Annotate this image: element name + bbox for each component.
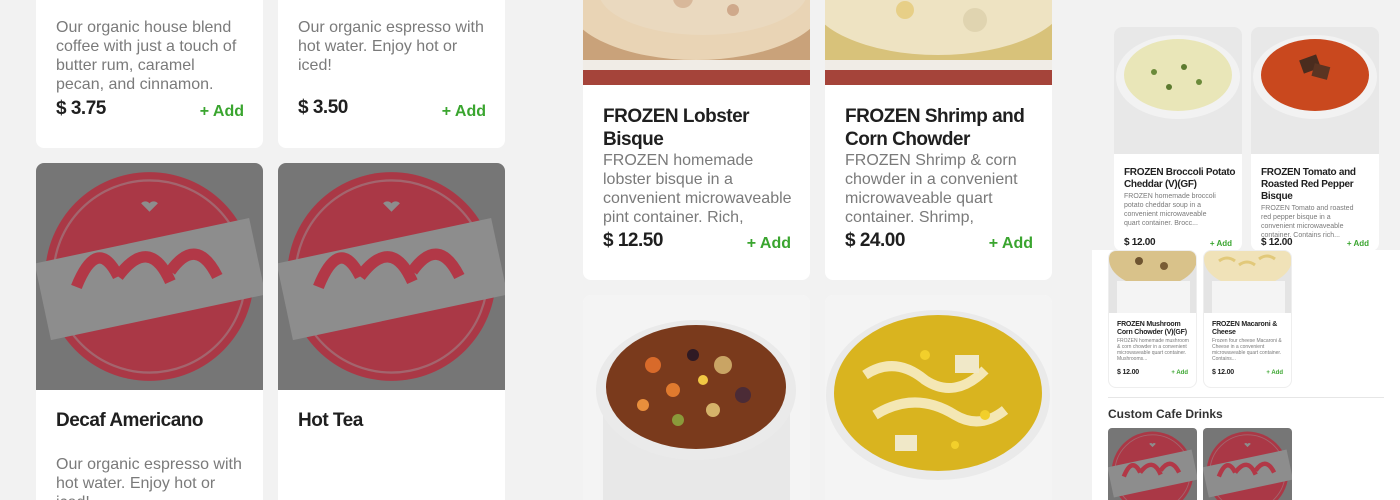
item-price: $ 12.00 xyxy=(1117,369,1139,376)
item-price: $ 12.50 xyxy=(603,230,663,251)
add-button[interactable]: + Add xyxy=(442,103,486,121)
add-button[interactable]: + Add xyxy=(747,235,791,253)
item-title: FROZEN Shrimp and Corn Chowder xyxy=(845,106,1025,150)
panel-bottom-zone: FROZEN Mushroom Corn Chowder (V)(GF) FRO… xyxy=(1092,250,1400,500)
menu-panel-middle: FROZEN Lobster Bisque FROZEN homemade lo… xyxy=(547,0,1090,500)
menu-item-card[interactable]: FROZEN Shrimp and Corn Chowder FROZEN Sh… xyxy=(825,0,1052,280)
item-price: $ 24.00 xyxy=(845,230,905,251)
chicken-noodle-soup-photo xyxy=(825,295,1052,500)
item-description: FROZEN Tomato and roasted red pepper bis… xyxy=(1261,205,1354,237)
item-image xyxy=(1109,251,1196,313)
item-image xyxy=(278,163,505,390)
item-title: Decaf Americano xyxy=(56,410,204,431)
andy-peppers-logo xyxy=(278,163,505,390)
logo-graphic xyxy=(36,172,263,381)
menu-item-card[interactable]: FROZEN Macaroni & Cheese Frozen four che… xyxy=(1203,250,1292,388)
item-image xyxy=(1204,251,1291,313)
item-description: FROZEN Shrimp & corn chowder in a conven… xyxy=(845,152,1018,226)
add-button[interactable]: + Add xyxy=(200,103,244,121)
item-title: FROZEN Lobster Bisque xyxy=(603,106,750,150)
menu-panel-left: Our organic house blend coffee with just… xyxy=(0,0,541,500)
logo-graphic xyxy=(1108,431,1197,500)
item-image xyxy=(36,163,263,390)
item-price: $ 12.00 xyxy=(1261,237,1293,248)
menu-item-card[interactable] xyxy=(1203,428,1292,500)
item-image xyxy=(825,295,1052,500)
section-heading: Custom Cafe Drinks xyxy=(1108,407,1223,421)
item-title: Hot Tea xyxy=(298,410,363,431)
item-title: FROZEN Mushroom Corn Chowder (V)(GF) xyxy=(1117,321,1187,336)
panel-top-zone: FROZEN Broccoli Potato Cheddar (V)(GF) F… xyxy=(1092,0,1400,251)
section-divider xyxy=(1108,397,1384,398)
item-description: Our organic house blend coffee with just… xyxy=(56,19,237,96)
item-price: $ 12.00 xyxy=(1212,369,1234,376)
broccoli-cheddar-soup-photo xyxy=(1114,27,1242,154)
logo-graphic xyxy=(278,172,505,381)
menu-item-card[interactable]: Our organic espresso with hot water. Enj… xyxy=(278,0,505,148)
menu-item-card[interactable]: FROZEN Broccoli Potato Cheddar (V)(GF) F… xyxy=(1114,27,1242,251)
item-description: FROZEN homemade broccoli potato cheddar … xyxy=(1124,193,1216,227)
tomato-bisque-photo xyxy=(1251,27,1379,154)
mushroom-corn-chowder-photo xyxy=(1109,251,1196,313)
item-image xyxy=(825,0,1052,85)
vegetable-soup-photo xyxy=(583,295,810,500)
andy-peppers-logo xyxy=(1108,428,1197,500)
item-description: FROZEN homemade lobster bisque in a conv… xyxy=(603,152,792,226)
add-button[interactable]: + Add xyxy=(1266,370,1283,376)
menu-item-card[interactable]: Hot Tea xyxy=(278,163,505,500)
add-button[interactable]: + Add xyxy=(989,235,1033,253)
item-description: Frozen four cheese Macaroni & Cheese in … xyxy=(1212,338,1282,362)
menu-item-card[interactable] xyxy=(1108,428,1197,500)
andy-peppers-logo xyxy=(36,163,263,390)
item-image xyxy=(1114,27,1242,154)
item-price: $ 3.50 xyxy=(298,97,348,118)
macaroni-cheese-photo xyxy=(1204,251,1291,313)
menu-item-card[interactable]: FROZEN Tomato and Roasted Red Pepper Bis… xyxy=(1251,27,1379,251)
item-title: FROZEN Macaroni & Cheese xyxy=(1212,321,1278,336)
menu-item-card[interactable]: Our organic house blend coffee with just… xyxy=(36,0,263,148)
item-description: Our organic espresso with hot water. Enj… xyxy=(298,19,484,74)
menu-item-card[interactable]: FROZEN Mushroom Corn Chowder (V)(GF) FRO… xyxy=(1108,250,1197,388)
item-image xyxy=(583,0,810,85)
item-price: $ 3.75 xyxy=(56,98,106,119)
andy-peppers-logo xyxy=(1203,428,1292,500)
lobster-bisque-photo xyxy=(583,0,810,85)
add-button[interactable]: + Add xyxy=(1171,370,1188,376)
menu-item-card[interactable] xyxy=(583,295,810,500)
add-button[interactable]: + Add xyxy=(1210,239,1232,248)
item-price: $ 12.00 xyxy=(1124,237,1156,248)
item-image xyxy=(1251,27,1379,154)
item-description: Our organic espresso with hot water. Enj… xyxy=(56,456,242,500)
item-title: FROZEN Tomato and Roasted Red Pepper Bis… xyxy=(1261,167,1356,202)
shrimp-corn-chowder-photo xyxy=(825,0,1052,85)
menu-item-card[interactable] xyxy=(825,295,1052,500)
item-image xyxy=(583,295,810,500)
item-title: FROZEN Broccoli Potato Cheddar (V)(GF) xyxy=(1124,167,1236,190)
menu-panel-right: FROZEN Broccoli Potato Cheddar (V)(GF) F… xyxy=(1092,0,1400,500)
menu-item-card[interactable]: FROZEN Lobster Bisque FROZEN homemade lo… xyxy=(583,0,810,280)
add-button[interactable]: + Add xyxy=(1347,239,1369,248)
menu-item-card[interactable]: Decaf Americano Our organic espresso wit… xyxy=(36,163,263,500)
item-description: FROZEN homemade mushroom & corn chowder … xyxy=(1117,338,1189,362)
logo-graphic xyxy=(1203,431,1292,500)
